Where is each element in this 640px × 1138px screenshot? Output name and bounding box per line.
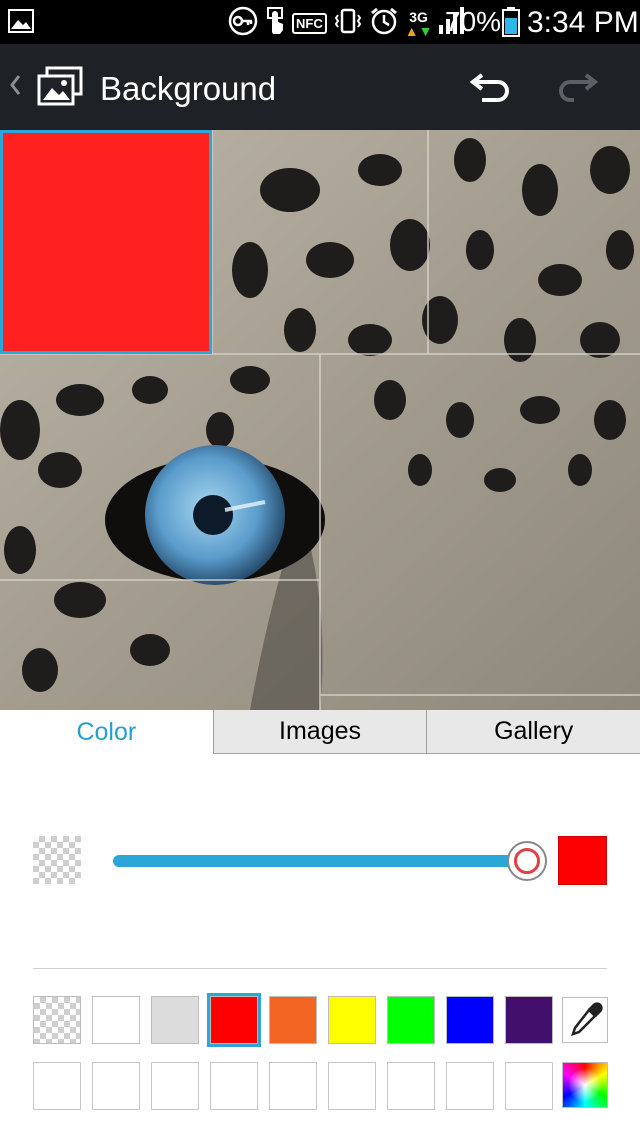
battery-icon <box>502 7 520 42</box>
transparent-swatch[interactable] <box>33 836 81 884</box>
selected-color-cell[interactable] <box>0 130 212 354</box>
key-icon <box>228 6 258 41</box>
alarm-icon <box>369 6 399 41</box>
tab-color[interactable]: Color <box>0 710 213 754</box>
palette-swatch-green[interactable] <box>387 996 435 1044</box>
custom-color-slot[interactable] <box>387 1062 435 1110</box>
status-bar: NFC 3G ▲▼ 70% 3:34 PM <box>0 0 640 44</box>
redo-icon[interactable] <box>556 71 599 108</box>
background-preview[interactable] <box>0 130 640 710</box>
status-icons: NFC 3G ▲▼ <box>228 6 465 41</box>
tab-gallery[interactable]: Gallery <box>426 710 640 754</box>
battery-percent: 70% <box>445 6 502 37</box>
palette-swatch-blue[interactable] <box>446 996 494 1044</box>
tab-images[interactable]: Images <box>212 710 427 754</box>
custom-color-slot[interactable] <box>92 1062 140 1110</box>
clock-time: 3:34 PM <box>527 6 639 39</box>
nfc-icon: NFC <box>292 13 327 34</box>
opacity-slider-track[interactable] <box>113 855 528 867</box>
eyedropper-icon[interactable] <box>562 997 608 1043</box>
custom-color-slot[interactable] <box>269 1062 317 1110</box>
current-color-swatch <box>558 836 607 885</box>
palette-swatch-purple[interactable] <box>505 996 553 1044</box>
undo-icon[interactable] <box>469 71 512 108</box>
gallery-icon[interactable] <box>36 66 84 111</box>
custom-color-slot[interactable] <box>151 1062 199 1110</box>
background-tabs: Color Images Gallery <box>0 710 640 754</box>
custom-color-slot[interactable] <box>33 1062 81 1110</box>
palette-swatch-white[interactable] <box>92 996 140 1044</box>
opacity-slider-thumb[interactable] <box>507 841 547 881</box>
divider <box>33 968 607 969</box>
touch-icon <box>264 6 286 41</box>
custom-color-slot[interactable] <box>328 1062 376 1110</box>
back-chevron-icon[interactable] <box>8 72 22 103</box>
image-icon <box>8 9 34 38</box>
color-spectrum-icon[interactable] <box>562 1062 608 1108</box>
page-title: Background <box>100 70 277 107</box>
palette-swatch-orange[interactable] <box>269 996 317 1044</box>
palette-swatch-red[interactable] <box>207 993 261 1047</box>
custom-color-slot[interactable] <box>446 1062 494 1110</box>
network-3g-icon: 3G ▲▼ <box>404 8 433 39</box>
palette-swatch-yellow[interactable] <box>328 996 376 1044</box>
action-bar: Background <box>0 44 640 130</box>
vibrate-icon <box>333 7 363 40</box>
custom-color-slot[interactable] <box>505 1062 553 1110</box>
palette-swatch-gray[interactable] <box>151 996 199 1044</box>
palette-swatch-transparent[interactable] <box>33 996 81 1044</box>
custom-color-slot[interactable] <box>210 1062 258 1110</box>
